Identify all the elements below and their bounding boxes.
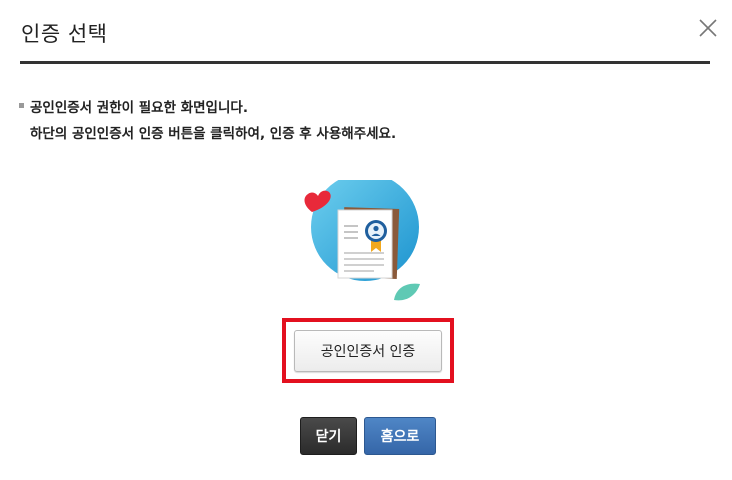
home-button[interactable]: 홈으로: [364, 417, 436, 455]
notice-line-2: 하단의 공인인증서 인증 버튼을 클릭하여, 인증 후 사용해주세요.: [30, 126, 397, 142]
certificate-auth-button[interactable]: 공인인증서 인증: [294, 330, 442, 372]
auth-select-dialog: 인증 선택 공인인증서 권한이 필요한 화면입니다. 하단의 공인인증서 인증 …: [0, 0, 732, 480]
notice-text: 공인인증서 권한이 필요한 화면입니다. 하단의 공인인증서 인증 버튼을 클릭…: [19, 95, 396, 147]
certificate-illustration: [298, 173, 423, 305]
close-icon[interactable]: [697, 17, 719, 39]
title-divider: [20, 61, 710, 64]
bullet-icon: [19, 102, 24, 108]
notice-line-1-text: 공인인증서 권한이 필요한 화면입니다.: [30, 100, 248, 116]
close-button[interactable]: 닫기: [300, 417, 357, 455]
dialog-title: 인증 선택: [21, 22, 108, 46]
notice-line-1: 공인인증서 권한이 필요한 화면입니다.: [19, 95, 396, 121]
